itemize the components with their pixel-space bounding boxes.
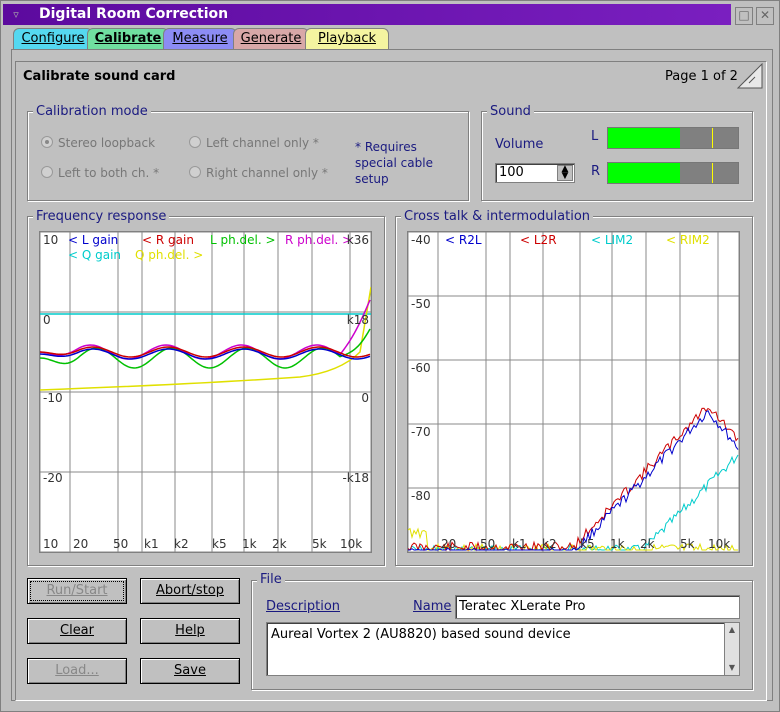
- fr-q-phdel-curve: [39, 286, 372, 391]
- frequency-response-plot: < L gain < R gain L ph.del. > R ph.del. > < …: [39, 231, 372, 553]
- fr-x-tick: k2: [174, 537, 189, 551]
- run-start-button[interactable]: Run/Start: [27, 578, 127, 604]
- fr-y2-tick: -k18: [342, 471, 369, 485]
- fr-x-tick: 1k: [242, 537, 257, 551]
- ct-y-tick: -60: [411, 361, 431, 375]
- fr-legend-item: L ph.del. >: [210, 233, 276, 247]
- description-textarea[interactable]: Aureal Vortex 2 (AU8820) based sound dev…: [266, 622, 740, 676]
- scroll-up-icon[interactable]: ▲: [725, 623, 739, 637]
- abort-stop-button[interactable]: Abort/stop: [140, 578, 240, 604]
- maximize-button[interactable]: □: [735, 7, 753, 25]
- title-bar: ▿ Digital Room Correction: [3, 4, 731, 25]
- app-window: ▿ Digital Room Correction □ ✕ Configure …: [0, 0, 780, 712]
- page-title: Calibrate sound card: [23, 69, 176, 84]
- fr-x-tick: 20: [73, 537, 88, 551]
- volume-spinner-icon[interactable]: ▲ ▼: [557, 165, 573, 181]
- ct-legend-item: < RIM2: [666, 233, 710, 247]
- name-label: Name: [413, 599, 452, 614]
- page-indicator: Page 1 of 2: [665, 69, 738, 84]
- frequency-response-chart: < L gain < R gain L ph.del. > R ph.del. > < …: [39, 231, 372, 553]
- fr-y2-tick: k36: [347, 233, 369, 247]
- fr-x-tick: 10k: [340, 537, 362, 551]
- ct-lim2-curve: [407, 454, 739, 551]
- cable-note: * Requires special cable setup: [355, 140, 433, 186]
- description-scrollbar[interactable]: ▲ ▼: [724, 623, 739, 675]
- sound-group: [481, 111, 753, 201]
- cross-talk-chart: < R2L < L2R < LIM2 < RIM2 -40 -50 -60 -70 -80 20 5…: [407, 231, 740, 553]
- radio-left-channel-only[interactable]: Left channel only *: [189, 136, 319, 150]
- scroll-down-icon[interactable]: ▼: [725, 661, 739, 675]
- load-button[interactable]: Load...: [27, 658, 127, 684]
- ct-y-tick: -80: [411, 489, 431, 503]
- fr-y-tick: -20: [43, 471, 63, 485]
- radio-right-channel-only[interactable]: Right channel only *: [189, 166, 328, 180]
- ct-x-tick: k2: [542, 537, 557, 551]
- clear-button[interactable]: Clear: [27, 618, 127, 644]
- window-title: Digital Room Correction: [39, 6, 229, 22]
- fr-y-tick: 0: [43, 313, 51, 327]
- file-label: File: [257, 572, 285, 587]
- fr-x-tick: k5: [212, 537, 227, 551]
- ct-y-tick: -40: [411, 233, 431, 247]
- ct-x-tick: 5k: [680, 537, 695, 551]
- fr-y2-tick: k18: [347, 313, 369, 327]
- tab-configure[interactable]: Configure: [13, 28, 93, 49]
- fr-x-tick: 5k: [312, 537, 327, 551]
- name-input[interactable]: Teratec XLerate Pro: [455, 595, 740, 619]
- ct-y-tick: -50: [411, 297, 431, 311]
- fr-x-tick: 10: [43, 537, 58, 551]
- radio-left-to-both[interactable]: Left to both ch. *: [41, 166, 159, 180]
- fr-legend-item: R ph.del. >: [285, 233, 352, 247]
- page-turn-icon[interactable]: [736, 62, 763, 93]
- volume-label: Volume: [495, 137, 544, 152]
- ct-r2l-curve: [408, 409, 739, 551]
- cross-talk-plot: < R2L < L2R < LIM2 < RIM2 -40 -50 -60 -70 -80 20 5…: [407, 231, 740, 553]
- help-button[interactable]: Help: [140, 618, 240, 644]
- system-menu-icon[interactable]: ▿: [9, 9, 23, 21]
- ct-x-tick: 1k: [610, 537, 625, 551]
- left-meter-label: L: [591, 129, 599, 144]
- tab-generate[interactable]: Generate: [233, 28, 309, 49]
- ct-y-tick: -70: [411, 425, 431, 439]
- fr-x-tick: k1: [144, 537, 159, 551]
- ct-legend-item: < L2R: [520, 233, 557, 247]
- volume-input[interactable]: 100 ▲ ▼: [495, 163, 575, 183]
- ct-x-tick: k1: [512, 537, 527, 551]
- fr-x-tick: 50: [113, 537, 128, 551]
- radio-stereo-loopback[interactable]: Stereo loopback: [41, 136, 155, 150]
- ct-x-tick: k5: [580, 537, 595, 551]
- tab-playback[interactable]: Playback: [305, 28, 389, 49]
- fr-x-tick: 2k: [272, 537, 287, 551]
- close-button[interactable]: ✕: [756, 7, 774, 25]
- fr-y-tick: 10: [43, 233, 58, 247]
- save-button[interactable]: Save: [140, 658, 240, 684]
- right-meter-label: R: [591, 164, 601, 179]
- fr-legend-item: < R gain: [142, 233, 194, 247]
- left-level-meter: [607, 127, 739, 149]
- right-level-meter: [607, 162, 739, 184]
- description-label: Description: [266, 599, 341, 614]
- sound-label: Sound: [487, 104, 534, 119]
- tab-measure[interactable]: Measure: [163, 28, 237, 49]
- fr-legend-item: Q ph.del. >: [135, 248, 203, 262]
- fr-y2-tick: 0: [361, 391, 369, 405]
- tab-calibrate[interactable]: Calibrate: [87, 28, 169, 49]
- fr-y-tick: -10: [43, 391, 63, 405]
- ct-x-tick: 2k: [640, 537, 655, 551]
- ct-x-tick: 20: [441, 537, 456, 551]
- cross-talk-label: Cross talk & intermodulation: [401, 209, 594, 224]
- ct-x-tick: 50: [480, 537, 495, 551]
- calibration-mode-label: Calibration mode: [33, 104, 151, 119]
- fr-legend-item: < Q gain: [68, 248, 121, 262]
- frequency-response-label: Frequency response: [33, 209, 170, 224]
- fr-legend-item: < L gain: [68, 233, 118, 247]
- ct-x-tick: 10k: [708, 537, 730, 551]
- ct-legend-item: < R2L: [445, 233, 482, 247]
- ct-legend-item: < LIM2: [591, 233, 633, 247]
